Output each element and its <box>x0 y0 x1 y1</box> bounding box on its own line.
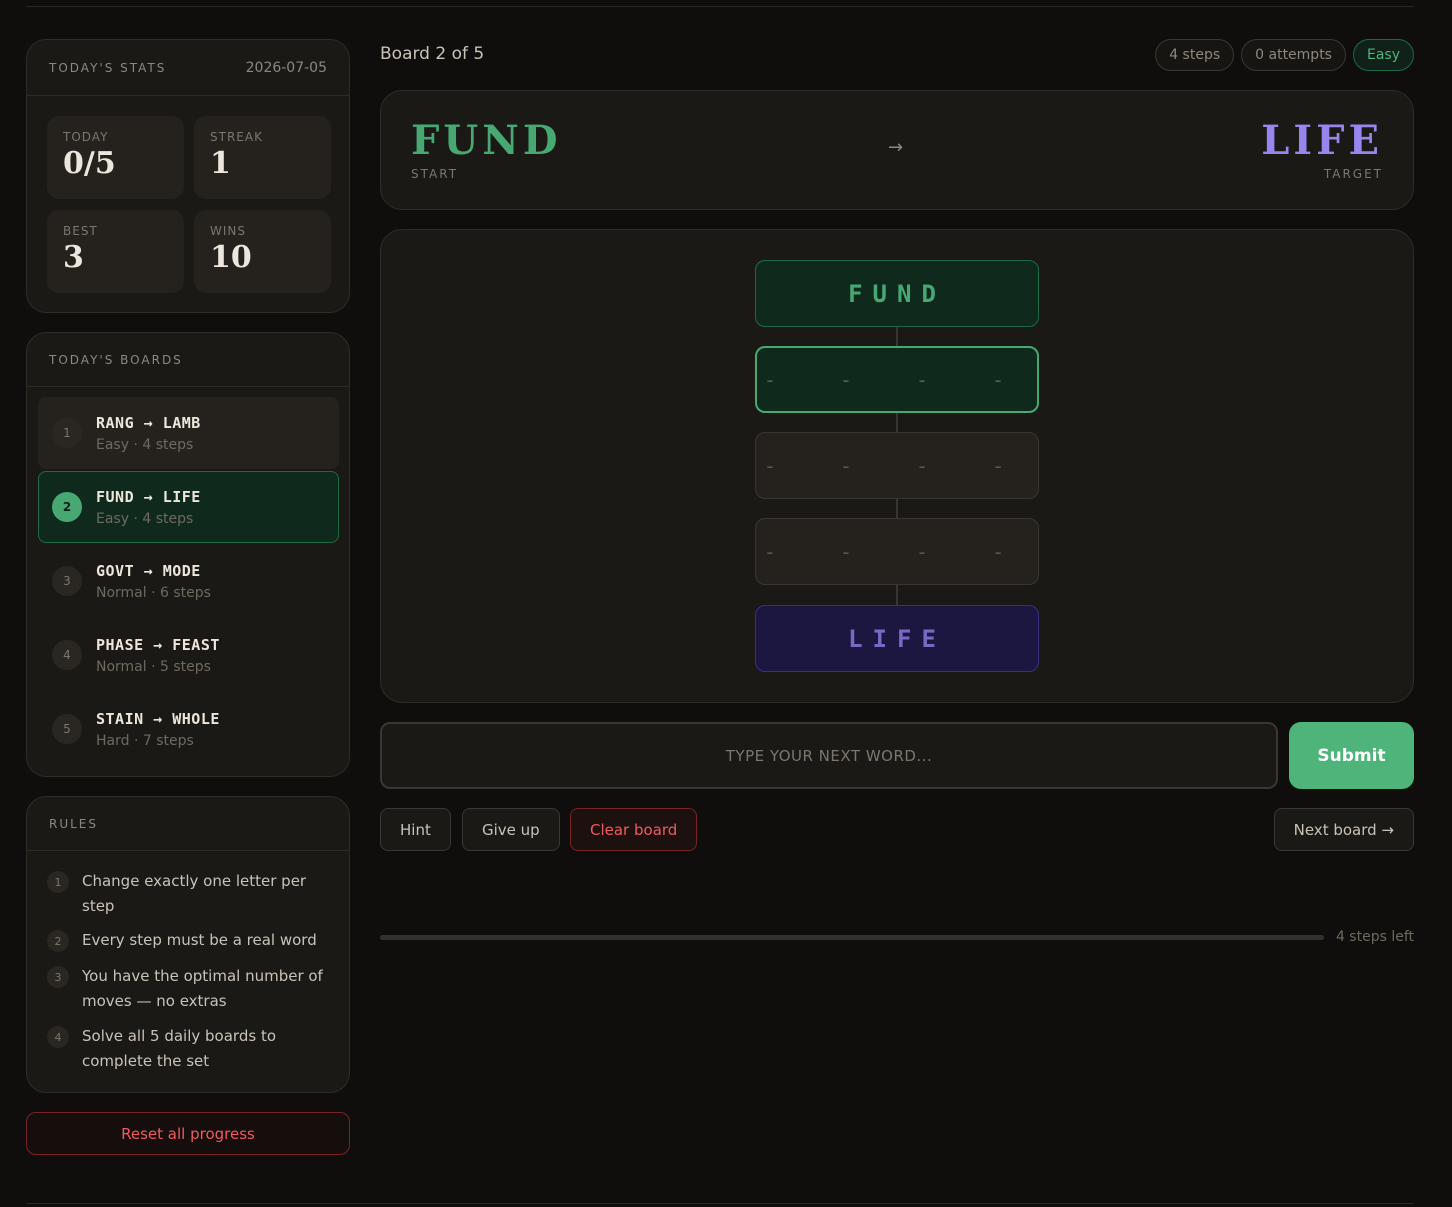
board-words: GOVT → MODE <box>96 561 201 580</box>
board-title: Board 2 of 5 <box>380 44 485 64</box>
ladder-rung-current[interactable]: - - - - <box>755 346 1039 413</box>
rule-text: You have the optimal number of moves — n… <box>82 967 323 1010</box>
stat-value: 10 <box>210 240 252 275</box>
submit-button[interactable]: Submit <box>1289 722 1414 789</box>
stat-value: 3 <box>63 240 84 275</box>
rule-item: 4 Solve all 5 daily boards to complete t… <box>47 1024 327 1074</box>
ladder-connector <box>896 499 898 520</box>
board-list: 1 RANG → LAMB Easy · 4 steps 2 FUND → LI… <box>38 397 339 767</box>
clear-board-button[interactable]: Clear board <box>570 808 698 851</box>
start-label: START <box>411 167 459 181</box>
difficulty-pill: Easy <box>1352 39 1414 71</box>
boards-card: Today's boards 1 RANG → LAMB Easy · 4 st… <box>26 332 350 777</box>
board-pills: 4 steps 0 attempts Easy <box>1155 39 1414 71</box>
start-word: FUND <box>411 117 562 164</box>
ladder-connector <box>896 413 898 434</box>
stat-value: 1 <box>210 146 231 181</box>
board-number: 5 <box>52 714 82 744</box>
rules-title: Rules <box>49 816 99 831</box>
stat-streak: Streak 1 <box>194 116 331 199</box>
steps-pill: 4 steps <box>1155 39 1235 71</box>
ladder-connector <box>896 327 898 348</box>
board-item-1[interactable]: 1 RANG → LAMB Easy · 4 steps <box>38 397 339 469</box>
stat-value: 0/5 <box>63 146 116 181</box>
board-item-5[interactable]: 5 STAIN → WHOLE Hard · 7 steps <box>38 693 339 765</box>
target-word: LIFE <box>1261 117 1383 164</box>
next-board-button[interactable]: Next board → <box>1273 808 1414 851</box>
boards-header: Today's boards <box>27 333 349 387</box>
stat-today: Today 0/5 <box>47 116 184 199</box>
ladder-rung-empty: - - - - <box>755 518 1039 585</box>
stats-title: Today's stats <box>49 60 167 75</box>
progress-bar <box>380 935 1324 940</box>
ladder-rung-empty: - - - - <box>755 432 1039 499</box>
boards-title: Today's boards <box>49 352 183 367</box>
ladder-panel: FUND - - - - - - - - - - - - LIFE <box>380 229 1414 703</box>
board-meta: Easy · 4 steps <box>96 510 194 527</box>
board-text: PHASE → FEAST Normal · 5 steps <box>96 636 220 675</box>
rules-card: Rules 1 Change exactly one letter per st… <box>26 796 350 1093</box>
board-number: 2 <box>52 492 82 522</box>
reset-progress-button[interactable]: Reset all progress <box>26 1112 350 1155</box>
ladder-connector <box>896 585 898 606</box>
board-words: RANG → LAMB <box>96 413 201 432</box>
next-word-input[interactable] <box>380 722 1278 789</box>
board-meta: Easy · 4 steps <box>96 436 194 453</box>
bottom-divider <box>26 1203 1414 1204</box>
arrow-right-icon: → <box>888 137 904 158</box>
stats-grid: Today 0/5 Streak 1 Best 3 Wins 10 <box>47 116 331 294</box>
ladder-rung-start: FUND <box>755 260 1039 327</box>
rule-text: Every step must be a real word <box>82 931 317 949</box>
rule-item: 2 Every step must be a real word <box>47 928 327 953</box>
rule-text: Solve all 5 daily boards to complete the… <box>82 1027 276 1070</box>
stats-header: Today's stats 2026-07-05 <box>27 40 349 96</box>
board-item-3[interactable]: 3 GOVT → MODE Normal · 6 steps <box>38 545 339 617</box>
board-words: STAIN → WHOLE <box>96 709 220 728</box>
board-meta: Normal · 6 steps <box>96 584 211 601</box>
stat-label: Wins <box>210 224 246 238</box>
rule-number: 3 <box>47 966 69 988</box>
stat-best: Best 3 <box>47 210 184 293</box>
board-item-4[interactable]: 4 PHASE → FEAST Normal · 5 steps <box>38 619 339 691</box>
attempts-pill: 0 attempts <box>1241 39 1346 71</box>
ladder-rung-target: LIFE <box>755 605 1039 672</box>
stat-label: Today <box>63 130 109 144</box>
target-label: TARGET <box>1323 167 1383 181</box>
rule-number: 4 <box>47 1026 69 1048</box>
rule-item: 1 Change exactly one letter per step <box>47 869 327 919</box>
rung-placeholder: - - - - <box>763 367 1031 392</box>
board-meta: Normal · 5 steps <box>96 658 211 675</box>
board-text: GOVT → MODE Normal · 6 steps <box>96 562 211 601</box>
board-text: STAIN → WHOLE Hard · 7 steps <box>96 710 220 749</box>
hint-button[interactable]: Hint <box>380 808 451 851</box>
board-words: PHASE → FEAST <box>96 635 220 654</box>
stat-label: Best <box>63 224 98 238</box>
board-number: 4 <box>52 640 82 670</box>
give-up-button[interactable]: Give up <box>462 808 560 851</box>
board-meta: Hard · 7 steps <box>96 732 194 749</box>
rule-item: 3 You have the optimal number of moves —… <box>47 964 327 1014</box>
rung-placeholder: - - - - <box>763 539 1031 564</box>
rule-number: 1 <box>47 871 69 893</box>
board-words: FUND → LIFE <box>96 487 201 506</box>
top-divider <box>26 6 1414 7</box>
rung-placeholder: - - - - <box>763 453 1031 478</box>
stats-card: Today's stats 2026-07-05 Today 0/5 Strea… <box>26 39 350 313</box>
stat-wins: Wins 10 <box>194 210 331 293</box>
steps-left-label: 4 steps left <box>1335 929 1414 945</box>
endpoints-panel: FUND START → LIFE TARGET <box>380 90 1414 210</box>
rule-number: 2 <box>47 930 69 952</box>
board-number: 1 <box>52 418 82 448</box>
board-item-2[interactable]: 2 FUND → LIFE Easy · 4 steps <box>38 471 339 543</box>
stats-date: 2026-07-05 <box>245 59 327 76</box>
board-number: 3 <box>52 566 82 596</box>
rule-text: Change exactly one letter per step <box>82 872 307 915</box>
stat-label: Streak <box>210 130 263 144</box>
rules-header: Rules <box>27 797 349 851</box>
board-text: RANG → LAMB Easy · 4 steps <box>96 414 201 453</box>
board-text: FUND → LIFE Easy · 4 steps <box>96 488 201 527</box>
